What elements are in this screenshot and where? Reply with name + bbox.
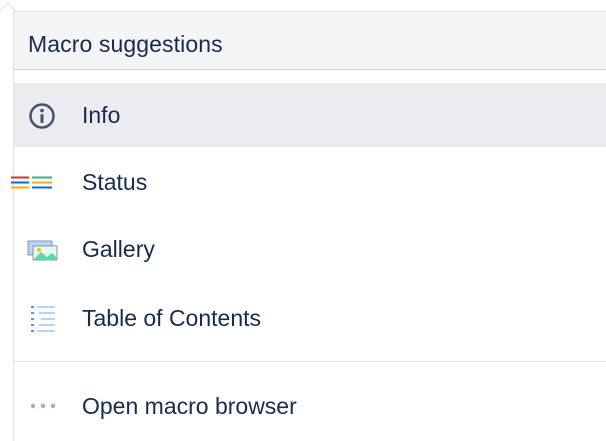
macro-suggestions-panel: Macro suggestions Info Status Gallery Ta… (11, 11, 606, 441)
info-icon (29, 103, 55, 129)
macro-item-gallery[interactable]: Gallery (14, 217, 606, 281)
macro-item-info[interactable]: Info (14, 83, 606, 147)
status-icon (11, 176, 52, 189)
open-macro-browser-label: Open macro browser (82, 393, 297, 419)
macro-item-table-of-contents[interactable]: Table of Contents (14, 286, 606, 350)
table-of-contents-icon (31, 306, 55, 332)
macro-item-status[interactable]: Status (11, 150, 606, 214)
macro-suggestions-dropdown-screen: Macro suggestions Info Status Gallery Ta… (0, 0, 606, 441)
more-icon (30, 403, 56, 409)
macro-item-label: Info (82, 102, 121, 128)
dropdown-title: Macro suggestions (28, 31, 223, 57)
open-macro-browser-item[interactable]: Open macro browser (14, 374, 606, 438)
menu-divider (14, 361, 606, 362)
gallery-icon (27, 240, 58, 261)
dropdown-header: Macro suggestions (14, 12, 606, 70)
macro-item-label: Table of Contents (82, 305, 262, 331)
macro-item-label: Status (82, 169, 148, 195)
macro-item-label: Gallery (82, 236, 155, 262)
